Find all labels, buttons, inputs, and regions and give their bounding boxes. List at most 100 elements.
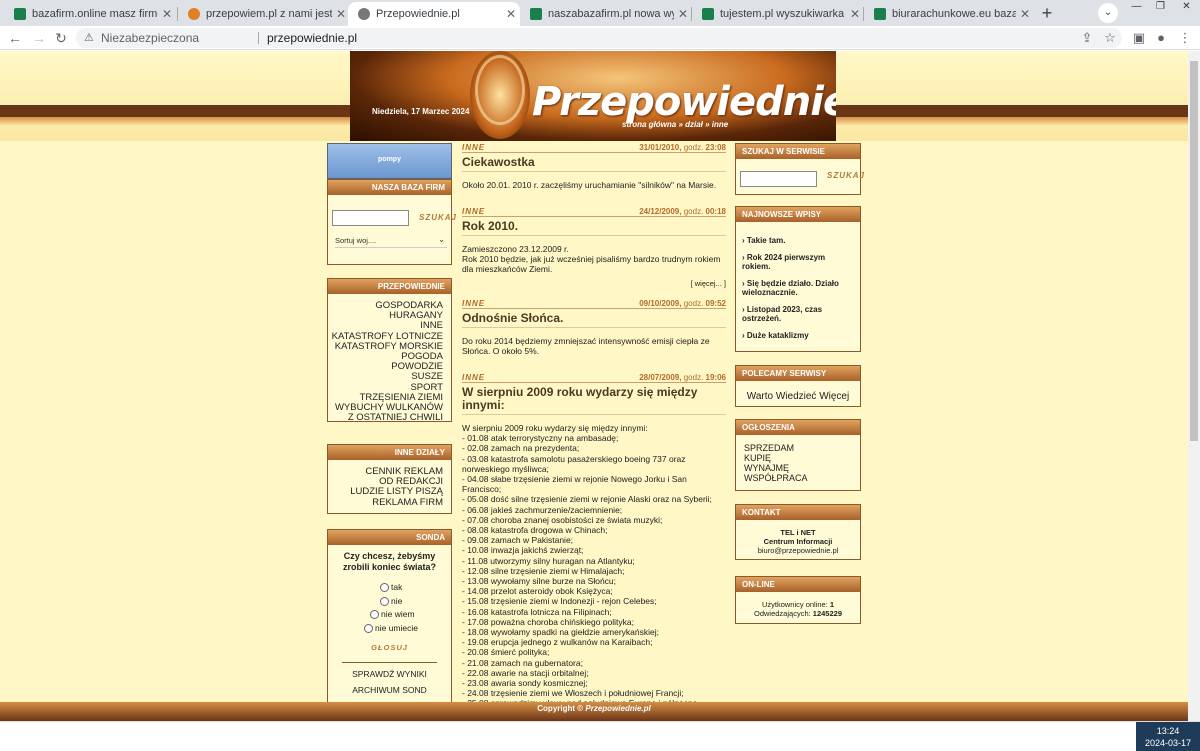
ogloszenia-link[interactable]: WYNAJMĘ — [744, 463, 860, 473]
latest-post-title: Się będzie działo. Działo wieloznacznie. — [742, 279, 839, 297]
footer-brand[interactable]: Przepowiednie.pl — [585, 704, 650, 713]
tab-close-icon[interactable]: ✕ — [846, 7, 864, 21]
tab-search-button[interactable]: ⌄ — [1098, 3, 1118, 23]
online-title: ON-LINE — [736, 577, 860, 592]
share-icon[interactable]: ⇪ — [1078, 29, 1096, 47]
ogloszenia-link[interactable]: WSPÓŁPRACA — [744, 473, 860, 483]
browser-toolbar: ← → ↻ ⚠ Niezabezpieczona przepowiednie.p… — [0, 26, 1200, 50]
voivodeship-select[interactable]: Sortuj woj.... ⌄ — [335, 235, 447, 248]
sonda-option[interactable]: nie — [362, 595, 451, 609]
post-category[interactable]: INNE — [462, 299, 485, 308]
sonda-option[interactable]: nie wiem — [362, 608, 451, 622]
site-search-button[interactable]: SZUKAJ — [827, 171, 865, 180]
online-box: ON-LINE Użytkownicy online: 1 Odwiedzają… — [735, 576, 861, 624]
tab-close-icon[interactable]: ✕ — [1016, 7, 1034, 21]
page-scrollbar[interactable] — [1188, 51, 1200, 721]
site-favicon-icon — [702, 8, 714, 20]
sonda-option[interactable]: nie umiecie — [362, 622, 451, 636]
polecamy-box: POLECAMY SERWISY Warto Wiedzieć Więcej — [735, 365, 861, 407]
security-label: Niezabezpieczona — [101, 31, 200, 45]
sonda-title: SONDA — [328, 530, 451, 545]
baza-firm-title: NASZA BAZA FIRM — [328, 180, 451, 195]
menu-kebab-icon[interactable]: ⋮ — [1176, 29, 1194, 47]
post-line: - 03.08 katastrofa samolotu pasażerskieg… — [462, 453, 686, 474]
post-title[interactable]: Rok 2010. — [462, 217, 726, 236]
kontakt-email[interactable]: biuro@przepowiednie.pl — [736, 546, 860, 555]
latest-post-link[interactable]: › Listopad 2023, czas ostrzeżeń. — [736, 305, 860, 323]
inne-dzialy-box: INNE DZIAŁY CENNIK REKLAM OD REDAKCJI LUDZ… — [327, 444, 452, 514]
post-category[interactable]: INNE — [462, 373, 485, 382]
radio-button[interactable] — [370, 610, 379, 620]
sonda-results-link[interactable]: SPRAWDŹ WYNIKI — [328, 669, 451, 679]
minimize-button[interactable]: — — [1124, 0, 1149, 14]
address-bar[interactable]: ⚠ Niezabezpieczona przepowiednie.pl — [76, 28, 1122, 48]
site-search-input[interactable] — [740, 171, 817, 187]
ogloszenia-title: OGŁOSZENIA — [736, 420, 860, 435]
side-panel-icon[interactable]: ▣ — [1130, 29, 1148, 47]
system-clock[interactable]: 13:24 2024-03-17 — [1136, 722, 1200, 751]
page-footer: Copyright © Przepowiednie.pl — [0, 702, 1188, 721]
close-window-button[interactable]: ✕ — [1174, 0, 1199, 14]
baza-search-button[interactable]: SZUKAJ — [419, 213, 457, 222]
post-title[interactable]: Ciekawostka — [462, 153, 726, 172]
post-body: Zamieszczono 23.12.2009 r. Rok 2010 będzi… — [462, 244, 721, 275]
ogloszenia-link[interactable]: SPRZEDAM — [744, 443, 860, 453]
latest-post-link[interactable]: › Się będzie działo. Działo wieloznaczni… — [736, 279, 860, 297]
bookmark-star-icon[interactable]: ☆ — [1101, 29, 1119, 47]
forward-button[interactable]: → — [30, 29, 48, 47]
sonda-option[interactable]: tak — [362, 581, 451, 595]
radio-button[interactable] — [364, 623, 373, 633]
sonda-question: Czy chcesz, żebyśmy zrobili koniec świat… — [342, 551, 437, 572]
latest-post-link[interactable]: › Rok 2024 pierwszym rokiem. — [736, 253, 860, 271]
sonda-archive-link[interactable]: ARCHIWUM SOND — [328, 685, 451, 695]
baza-search-input[interactable] — [332, 210, 409, 226]
tab-biurarachunkowe[interactable]: biurarachunkowe.eu baza firm ko✕ — [864, 2, 1034, 26]
post-category[interactable]: INNE — [462, 207, 485, 216]
sonda-option-label: nie wiem — [381, 609, 415, 619]
site-favicon-icon — [14, 8, 26, 20]
radio-button[interactable] — [380, 583, 389, 593]
tab-close-icon[interactable]: ✕ — [674, 7, 692, 21]
polecamy-link[interactable]: Warto Wiedzieć Więcej — [736, 391, 860, 402]
sonda-option-label: nie — [391, 595, 403, 606]
ogloszenia-box: OGŁOSZENIA SPRZEDAM KUPIĘ WYNAJMĘ WSPÓŁPRAC… — [735, 419, 861, 491]
restore-button[interactable]: ❐ — [1148, 0, 1173, 14]
warning-icon[interactable]: ⚠ — [84, 28, 94, 48]
new-tab-button[interactable]: + — [1036, 2, 1058, 24]
tab-close-icon[interactable]: ✕ — [158, 7, 176, 21]
read-more-link[interactable]: [ więcej... ] — [462, 279, 726, 288]
inne-dzialy-menu-item[interactable]: REKLAMA FIRM — [328, 497, 451, 508]
kontakt-center: Centrum Informacji — [763, 537, 833, 546]
ad-banner-pompy[interactable]: pompy — [327, 143, 452, 179]
site-logo[interactable]: Przepowiednie — [532, 79, 836, 125]
post-line: - 16.08 katastrofa lotnicza na Filipinac… — [462, 606, 612, 617]
tab-title: bazafirm.online masz firmę kup a — [32, 8, 158, 20]
latest-post-link[interactable]: › Duże kataklizmy — [736, 331, 860, 340]
ogloszenia-link[interactable]: KUPIĘ — [744, 453, 860, 463]
reload-button[interactable]: ↻ — [52, 29, 70, 47]
post-line: - 10.08 inwazja jakichś zwierząt; — [462, 545, 584, 556]
tab-naszabazafirm[interactable]: naszabazafirm.pl nowa wyszukiw✕ — [520, 2, 692, 26]
post-title[interactable]: Odnośnie Słońca. — [462, 309, 726, 328]
tab-close-icon[interactable]: ✕ — [502, 7, 520, 21]
latest-post-title: Rok 2024 pierwszym rokiem. — [742, 253, 826, 271]
latest-post-link[interactable]: › Takie tam. — [736, 236, 860, 245]
post-category[interactable]: INNE — [462, 143, 485, 152]
scrollbar-thumb[interactable] — [1190, 61, 1198, 441]
tab-bazafirm[interactable]: bazafirm.online masz firmę kup a✕ — [4, 2, 176, 26]
tab-przepowiednie[interactable]: Przepowiednie.pl ✕ — [348, 2, 520, 26]
tab-tujestem[interactable]: tujestem.pl wyszukiwarka naj✕ — [692, 2, 864, 26]
post-line: - 05.08 dość silne trzęsienie ziemi w re… — [462, 494, 712, 505]
breadcrumb[interactable]: strona główna » dział » inne — [622, 120, 728, 129]
post-title[interactable]: W sierpniu 2009 roku wydarzy się między … — [462, 383, 726, 415]
radio-button[interactable] — [380, 596, 389, 606]
post-line: - 18.08 wywołamy spadki na giełdzie amer… — [462, 627, 660, 638]
tab-przepowiem[interactable]: przepowiem.pl z nami jesteś zna✕ — [178, 2, 350, 26]
profile-avatar[interactable]: ● — [1152, 29, 1170, 47]
post-date: 09/10/2009, godz. 09:52 — [639, 299, 726, 308]
przepowiednie-menu-item[interactable]: Z OSTATNIEJ CHWILI — [328, 413, 451, 423]
back-button[interactable]: ← — [6, 29, 24, 47]
post-line: - 08.08 katastrofa drogowa w Chinach; — [462, 525, 608, 536]
online-users: Użytkownicy online: 1 — [761, 600, 835, 609]
vote-button[interactable]: GŁOSUJ — [328, 643, 451, 652]
